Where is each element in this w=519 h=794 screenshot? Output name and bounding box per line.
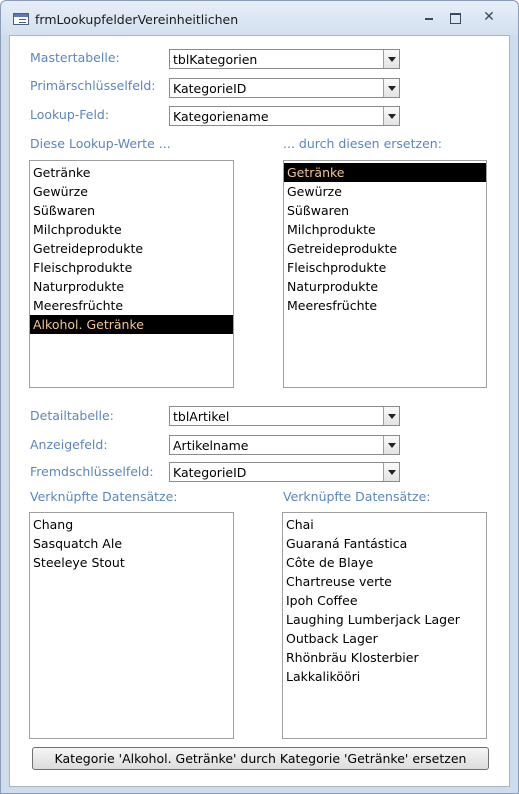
chevron-down-icon[interactable]	[383, 463, 399, 481]
master-table-value: tblKategorien	[173, 52, 258, 67]
chevron-down-icon[interactable]	[383, 436, 399, 454]
chevron-down-icon[interactable]	[383, 107, 399, 125]
fk-field-combo[interactable]: KategorieID	[169, 462, 400, 482]
pk-field-label: Primärschlüsselfeld:	[30, 78, 156, 93]
fk-field-label: Fremdschlüsselfeld:	[30, 464, 154, 479]
replace-category-button[interactable]: Kategorie 'Alkohol. Getränke' durch Kate…	[32, 747, 489, 770]
display-field-combo[interactable]: Artikelname	[169, 435, 400, 455]
close-button[interactable]: ✕	[478, 8, 500, 26]
list-item[interactable]: Naturprodukte	[284, 277, 486, 296]
list-item[interactable]: Gewürze	[284, 182, 486, 201]
list-item[interactable]: Lakkalikööri	[283, 667, 486, 686]
target-values-listbox[interactable]: Getränke Gewürze Süßwaren Milchprodukte Getr…	[283, 160, 487, 388]
linked-records-left-listbox[interactable]: Chang Sasquatch Ale Steeleye Stout	[29, 512, 234, 739]
form-window: frmLookupfelderVereinheitlichen ✕ Master…	[0, 0, 519, 794]
source-values-label: Diese Lookup-Werte ...	[30, 136, 171, 151]
master-table-combo[interactable]: tblKategorien	[169, 49, 400, 69]
list-item[interactable]: Ipoh Coffee	[283, 591, 486, 610]
lookup-field-label: Lookup-Feld:	[30, 107, 110, 122]
linked-records-left-label: Verknüpfte Datensätze:	[30, 489, 178, 504]
list-item[interactable]: Süßwaren	[30, 201, 233, 220]
list-item[interactable]: Chang	[30, 515, 233, 534]
lookup-field-combo[interactable]: Kategoriename	[169, 106, 400, 126]
list-item[interactable]: Süßwaren	[284, 201, 486, 220]
detail-table-label: Detailtabelle:	[30, 408, 114, 423]
pk-field-value: KategorieID	[173, 81, 247, 96]
list-item[interactable]: Getränke	[284, 163, 486, 182]
list-item[interactable]: Getreideprodukte	[284, 239, 486, 258]
chevron-down-icon[interactable]	[383, 50, 399, 68]
list-item[interactable]: Guaraná Fantástica	[283, 534, 486, 553]
chevron-down-icon[interactable]	[383, 79, 399, 97]
pk-field-combo[interactable]: KategorieID	[169, 78, 400, 98]
list-item[interactable]: Getreideprodukte	[30, 239, 233, 258]
display-field-label: Anzeigefeld:	[30, 437, 108, 452]
list-item[interactable]: Alkohol. Getränke	[30, 315, 233, 334]
list-item[interactable]: Gewürze	[30, 182, 233, 201]
list-item[interactable]: Côte de Blaye	[283, 553, 486, 572]
list-item[interactable]: Fleischprodukte	[284, 258, 486, 277]
minimize-button[interactable]	[418, 8, 440, 26]
list-item[interactable]: Chartreuse verte	[283, 572, 486, 591]
list-item[interactable]: Fleischprodukte	[30, 258, 233, 277]
form-body: Mastertabelle: tblKategorien Primärschlü…	[9, 35, 510, 787]
list-item[interactable]: Naturprodukte	[30, 277, 233, 296]
list-item[interactable]: Meeresfrüchte	[30, 296, 233, 315]
detail-table-value: tblArtikel	[173, 409, 230, 424]
list-item[interactable]: Sasquatch Ale	[30, 534, 233, 553]
list-item[interactable]: Milchprodukte	[284, 220, 486, 239]
lookup-field-value: Kategoriename	[173, 109, 269, 124]
list-item[interactable]: Laughing Lumberjack Lager	[283, 610, 486, 629]
list-item[interactable]: Meeresfrüchte	[284, 296, 486, 315]
fk-field-value: KategorieID	[173, 465, 247, 480]
linked-records-right-listbox[interactable]: Chai Guaraná Fantástica Côte de Blaye Chart…	[282, 512, 487, 739]
source-values-listbox[interactable]: Getränke Gewürze Süßwaren Milchprodukte Getr…	[29, 160, 234, 388]
form-icon	[13, 13, 29, 25]
list-item[interactable]: Milchprodukte	[30, 220, 233, 239]
master-table-label: Mastertabelle:	[30, 50, 120, 65]
maximize-button[interactable]	[443, 8, 465, 26]
list-item[interactable]: Getränke	[30, 163, 233, 182]
linked-records-right-label: Verknüpfte Datensätze:	[283, 489, 431, 504]
chevron-down-icon[interactable]	[383, 407, 399, 425]
list-item[interactable]: Steeleye Stout	[30, 553, 233, 572]
list-item[interactable]: Outback Lager	[283, 629, 486, 648]
window-title: frmLookupfelderVereinheitlichen	[35, 12, 239, 27]
display-field-value: Artikelname	[173, 438, 249, 453]
list-item[interactable]: Chai	[283, 515, 486, 534]
detail-table-combo[interactable]: tblArtikel	[169, 406, 400, 426]
title-bar[interactable]: frmLookupfelderVereinheitlichen ✕	[1, 1, 518, 35]
target-values-label: ... durch diesen ersetzen:	[283, 136, 442, 151]
list-item[interactable]: Rhönbräu Klosterbier	[283, 648, 486, 667]
